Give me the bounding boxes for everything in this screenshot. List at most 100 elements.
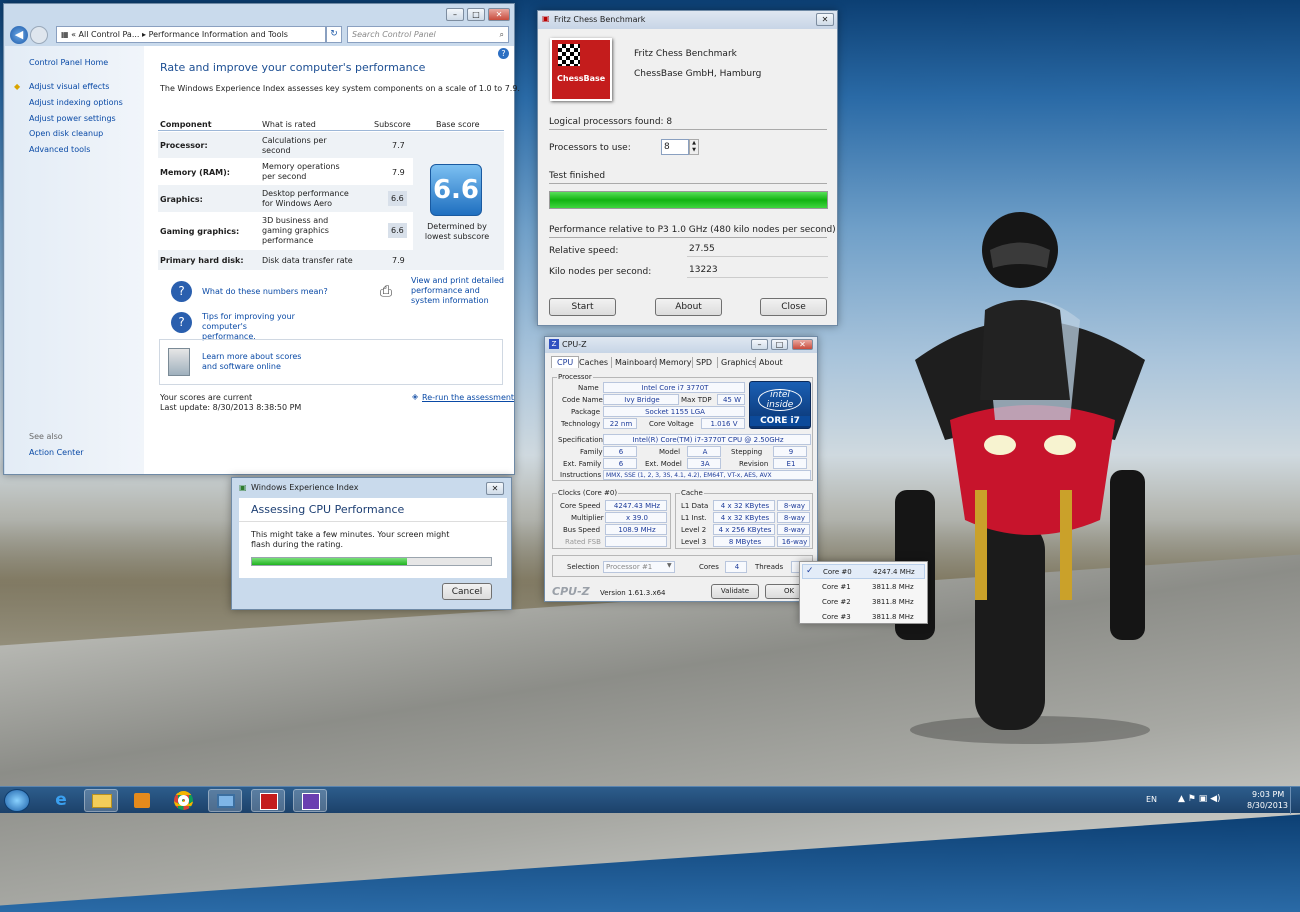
minimize-button[interactable]: – (446, 8, 464, 21)
forward-button[interactable] (30, 26, 48, 44)
instructions-label: Instructions (560, 471, 602, 479)
close-button[interactable]: ✕ (816, 13, 834, 26)
ext-model-label: Ext. Model (645, 460, 682, 468)
multiplier-field: x 39.0 (605, 512, 667, 523)
sidebar-item-action-center[interactable]: Action Center (29, 448, 84, 457)
clock-date[interactable]: 8/30/2013 (1247, 801, 1288, 810)
tab-memory[interactable]: Memory (655, 357, 695, 368)
fritz-progress-fill (550, 192, 827, 208)
l1-data-assoc: 8-way (777, 500, 810, 511)
sidebar-item-advanced-tools[interactable]: Advanced tools (29, 145, 90, 154)
tab-about[interactable]: About (755, 357, 786, 368)
start-orb-icon[interactable] (4, 789, 30, 812)
level2-size: 4 x 256 KBytes (713, 524, 775, 535)
tab-caches[interactable]: Caches (576, 357, 611, 368)
remote-desktop-icon[interactable] (208, 789, 242, 812)
shield-icon: ◈ (412, 392, 419, 401)
search-input[interactable]: Search Control Panel ⌕ (347, 26, 509, 43)
tab-spd[interactable]: SPD (692, 357, 715, 368)
media-player-icon[interactable] (125, 789, 159, 812)
about-button[interactable]: About (655, 298, 722, 316)
wei-progress-fill (252, 558, 408, 565)
bus-speed-label: Bus Speed (563, 526, 601, 534)
refresh-button[interactable]: ↻ (326, 26, 342, 43)
close-dialog-button[interactable]: Close (760, 298, 827, 316)
wei-body-panel: This might take a few minutes. Your scre… (239, 522, 507, 578)
status-label: Test finished (549, 171, 827, 184)
validate-button[interactable]: Validate (711, 584, 759, 599)
internet-explorer-icon[interactable]: e (44, 789, 78, 812)
file-explorer-icon[interactable] (84, 789, 118, 812)
level2-label: Level 2 (681, 526, 707, 534)
processors-spinner[interactable]: 8 (661, 139, 689, 155)
link-what-numbers-mean[interactable]: What do these numbers mean? (202, 287, 328, 296)
wei-icon: ▣ (239, 483, 247, 492)
menu-item-core-2[interactable]: Core #2 3811.8 MHz (802, 594, 925, 609)
sidebar-item-power[interactable]: Adjust power settings (29, 114, 116, 123)
language-indicator[interactable]: EN (1146, 795, 1157, 804)
chevron-down-icon[interactable]: ▼ (667, 562, 672, 569)
table-row: Memory (RAM): Memory operations per seco… (158, 158, 413, 185)
cpuz-version: Version 1.61.3.x64 (600, 589, 666, 597)
link-tips[interactable]: Tips for improving your computer's perfo… (202, 312, 302, 342)
relative-speed-label: Relative speed: (549, 246, 619, 256)
fritz-title: Fritz Chess Benchmark (554, 15, 646, 24)
media-glyph (134, 793, 150, 808)
rerun-assessment-link[interactable]: Re-run the assessment (422, 393, 514, 402)
help-icon[interactable]: ? (498, 48, 509, 59)
relative-performance-label: Performance relative to P3 1.0 GHz (480 … (549, 225, 836, 238)
sidebar-item-home[interactable]: Control Panel Home (29, 58, 108, 67)
spinner-arrows-icon[interactable]: ▲ ▼ (689, 139, 699, 155)
wei-heading: Assessing CPU Performance (251, 503, 405, 516)
selection-label: Selection (567, 563, 600, 571)
show-desktop-button[interactable] (1290, 787, 1300, 814)
fritz-chess-icon[interactable] (251, 789, 285, 812)
tab-mainboard[interactable]: Mainboard (611, 357, 660, 368)
cancel-button[interactable]: Cancel (442, 583, 492, 600)
tray-icons[interactable]: ▲ ⚑ ▣ ◀) (1178, 794, 1221, 804)
tab-graphics[interactable]: Graphics (717, 357, 759, 368)
sidebar-item-visual-effects[interactable]: Adjust visual effects (29, 82, 109, 91)
menu-item-core-0[interactable]: ✓ Core #0 4247.4 MHz (802, 564, 925, 579)
level3-size: 8 MBytes (713, 536, 775, 547)
specification-label: Specification (558, 436, 603, 444)
voltage-field: 1.016 V (701, 418, 745, 429)
chrome-icon[interactable] (167, 789, 201, 812)
sidebar-item-disk-cleanup[interactable]: Open disk cleanup (29, 129, 103, 138)
minimize-button[interactable]: – (751, 339, 768, 350)
level3-label: Level 3 (681, 538, 707, 546)
clock-time[interactable]: 9:03 PM (1252, 790, 1284, 799)
address-bar[interactable]: ▦ « All Control Pa... ▸ Performance Info… (56, 26, 326, 43)
menu-item-core-3[interactable]: Core #3 3811.8 MHz (802, 609, 925, 624)
technology-label: Technology (561, 420, 601, 428)
core-speed-label: Core Speed (560, 502, 601, 510)
row-what-is-rated: 3D business and gaming graphics performa… (262, 216, 329, 245)
last-update-text: Last update: 8/30/2013 8:38:50 PM (160, 403, 302, 412)
close-button[interactable]: ✕ (792, 339, 813, 350)
maximize-button[interactable]: □ (467, 8, 485, 21)
fritz-window: ▣ Fritz Chess Benchmark ✕ ChessBase Frit… (537, 10, 838, 326)
link-print-details[interactable]: View and print detailed performance and … (411, 276, 506, 306)
maximize-button[interactable]: □ (771, 339, 788, 350)
menu-item-core-1[interactable]: Core #1 3811.8 MHz (802, 579, 925, 594)
cache-group: Cache L1 Data 4 x 32 KBytes 8-way L1 Ins… (675, 489, 813, 549)
wei-body-text: This might take a few minutes. Your scre… (251, 530, 450, 549)
processor-select[interactable]: Processor #1 (603, 561, 675, 573)
see-also-label: See also (29, 432, 63, 441)
back-button[interactable]: ◀ (10, 26, 28, 44)
sidebar-item-indexing[interactable]: Adjust indexing options (29, 98, 123, 107)
row-subscore: 7.7 (392, 141, 405, 150)
start-button[interactable]: Start (549, 298, 616, 316)
cpu-z-icon[interactable] (293, 789, 327, 812)
clocks-group: Clocks (Core #0) Core Speed 4247.43 MHz … (552, 489, 671, 549)
close-button[interactable]: ✕ (486, 482, 504, 495)
breadcrumb-performance[interactable]: Performance Information and Tools (149, 30, 288, 39)
l1-inst-size: 4 x 32 KBytes (713, 512, 775, 523)
base-score-caption: Determined by lowest subscore (424, 222, 490, 241)
close-button[interactable]: ✕ (488, 8, 510, 21)
link-learn-more[interactable]: Learn more about scores and software onl… (202, 352, 317, 372)
breadcrumb-control-panel[interactable]: All Control Pa... (79, 30, 140, 39)
intel-core-i7-badge: intel inside CORE i7 (749, 381, 811, 429)
menu-core-clock: 3811.8 MHz (872, 583, 914, 591)
instructions-field: MMX, SSE (1, 2, 3, 3S, 4.1, 4.2), EM64T,… (603, 470, 811, 480)
